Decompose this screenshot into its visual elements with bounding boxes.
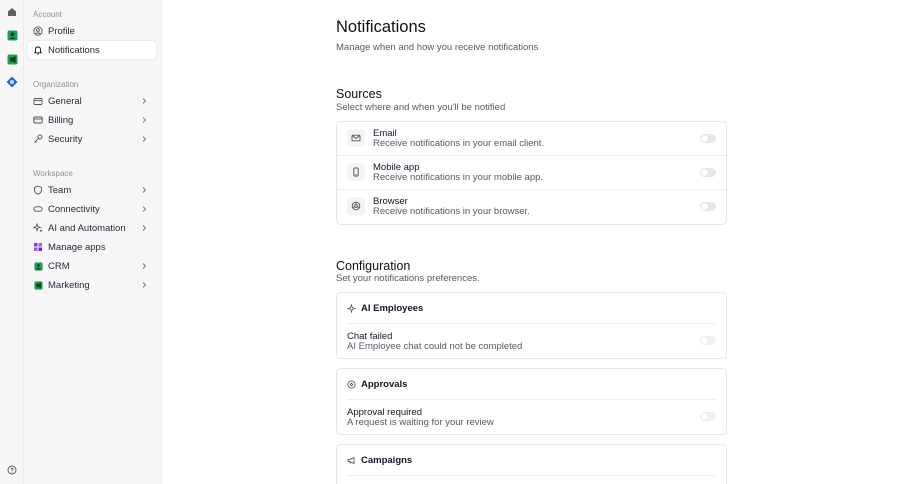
- bell-icon: [33, 45, 43, 55]
- page-title: Notifications: [336, 18, 426, 36]
- sidebar-item-ai-automation[interactable]: AI and Automation: [28, 219, 156, 237]
- megaphone-icon: [347, 456, 356, 465]
- sidebar-item-label: Profile: [48, 25, 75, 37]
- sidebar-item-crm[interactable]: CRM: [28, 257, 156, 275]
- config-group-title: AI Employees: [361, 303, 424, 314]
- sidebar-item-label: Security: [48, 133, 83, 145]
- config-group-header: AI Employees: [347, 293, 716, 324]
- page-subtitle: Manage when and how you receive notifica…: [336, 42, 539, 53]
- chevron-right-icon: [142, 98, 147, 104]
- chevron-right-icon: [142, 187, 147, 193]
- sidebar-item-billing[interactable]: Billing: [28, 111, 156, 129]
- source-row-email: Email Receive notifications in your emai…: [337, 122, 726, 156]
- sidebar-item-label: Manage apps: [48, 241, 106, 253]
- sidebar-item-connectivity[interactable]: Connectivity: [28, 200, 156, 218]
- sidebar-item-label: Team: [48, 184, 72, 196]
- chevron-right-icon: [142, 206, 147, 212]
- config-group-ai-employees: AI Employees Chat failed AI Employee cha…: [336, 292, 727, 359]
- crm-icon: [33, 261, 43, 271]
- source-description: Receive notifications in your email clie…: [373, 138, 545, 149]
- mail-icon: [347, 129, 365, 147]
- configuration-title: Configuration: [336, 259, 411, 273]
- key-icon: [33, 134, 43, 144]
- sidebar-item-label: General: [48, 95, 82, 107]
- config-group-title: Approvals: [361, 379, 408, 390]
- chevron-right-icon: [142, 282, 147, 288]
- browser-icon: [347, 197, 365, 215]
- user-circle-icon: [33, 26, 43, 36]
- chevron-right-icon: [142, 263, 147, 269]
- apps-grid-icon: [33, 242, 43, 252]
- sidebar-item-label: CRM: [48, 260, 70, 272]
- sidebar-item-label: Notifications: [48, 44, 100, 56]
- help-icon[interactable]: [5, 463, 19, 477]
- link-icon: [33, 204, 43, 214]
- section-label-workspace: Workspace: [33, 169, 73, 178]
- config-group-header: Approvals: [347, 369, 716, 400]
- section-label-account: Account: [33, 10, 62, 19]
- sidebar-item-manage-apps[interactable]: Manage apps: [28, 238, 156, 256]
- section-label-organization: Organization: [33, 80, 79, 89]
- approval-required-toggle[interactable]: [700, 412, 716, 421]
- credit-card-icon: [33, 115, 43, 125]
- source-description: Receive notifications in your mobile app…: [373, 172, 544, 183]
- email-toggle[interactable]: [700, 134, 716, 143]
- sidebar-item-label: Marketing: [48, 279, 90, 291]
- sidebar-item-team[interactable]: Team: [28, 181, 156, 199]
- sidebar-item-profile[interactable]: Profile: [28, 22, 156, 40]
- config-group-approvals: Approvals Approval required A request is…: [336, 368, 727, 435]
- mobile-icon: [347, 163, 365, 181]
- sidebar-item-label: Connectivity: [48, 203, 100, 215]
- sidebar-item-label: Billing: [48, 114, 74, 126]
- approval-icon: [347, 380, 356, 389]
- chevron-right-icon: [142, 225, 147, 231]
- sidebar-item-notifications[interactable]: Notifications: [28, 41, 156, 59]
- marketing-icon[interactable]: [5, 52, 19, 66]
- sources-card: Email Receive notifications in your emai…: [336, 121, 727, 225]
- browser-toggle[interactable]: [700, 202, 716, 211]
- source-row-mobile: Mobile app Receive notifications in your…: [337, 156, 726, 190]
- crm-icon[interactable]: [5, 28, 19, 42]
- chevron-right-icon: [142, 136, 147, 142]
- chat-failed-toggle[interactable]: [700, 336, 716, 345]
- app-rail: [0, 0, 24, 484]
- sources-subtitle: Select where and when you'll be notified: [336, 102, 506, 113]
- settings-sidebar: Account Profile Notifications Organizati…: [24, 0, 162, 484]
- sidebar-item-label: AI and Automation: [48, 222, 126, 234]
- chevron-right-icon: [142, 117, 147, 123]
- config-group-header: Campaigns: [347, 445, 716, 476]
- shield-icon: [33, 185, 43, 195]
- marketing-icon: [33, 280, 43, 290]
- config-row-approval-required: Approval required A request is waiting f…: [337, 400, 726, 433]
- config-group-title: Campaigns: [361, 455, 413, 466]
- sidebar-item-marketing[interactable]: Marketing: [28, 276, 156, 294]
- source-description: Receive notifications in your browser.: [373, 206, 530, 217]
- configuration-subtitle: Set your notifications preferences.: [336, 273, 480, 284]
- home-icon[interactable]: [5, 5, 19, 19]
- sidebar-item-general[interactable]: General: [28, 92, 156, 110]
- sidebar-item-security[interactable]: Security: [28, 130, 156, 148]
- app-icon[interactable]: [5, 75, 19, 89]
- source-row-browser: Browser Receive notifications in your br…: [337, 190, 726, 224]
- sparkle-icon: [33, 223, 43, 233]
- config-row-chat-failed: Chat failed AI Employee chat could not b…: [337, 324, 726, 357]
- config-group-campaigns: Campaigns: [336, 444, 727, 484]
- mobile-app-toggle[interactable]: [700, 168, 716, 177]
- building-icon: [33, 96, 43, 106]
- sparkle-icon: [347, 304, 356, 313]
- config-row-description: AI Employee chat could not be completed: [347, 341, 523, 352]
- sources-title: Sources: [336, 87, 382, 101]
- config-row-description: A request is waiting for your review: [347, 417, 494, 428]
